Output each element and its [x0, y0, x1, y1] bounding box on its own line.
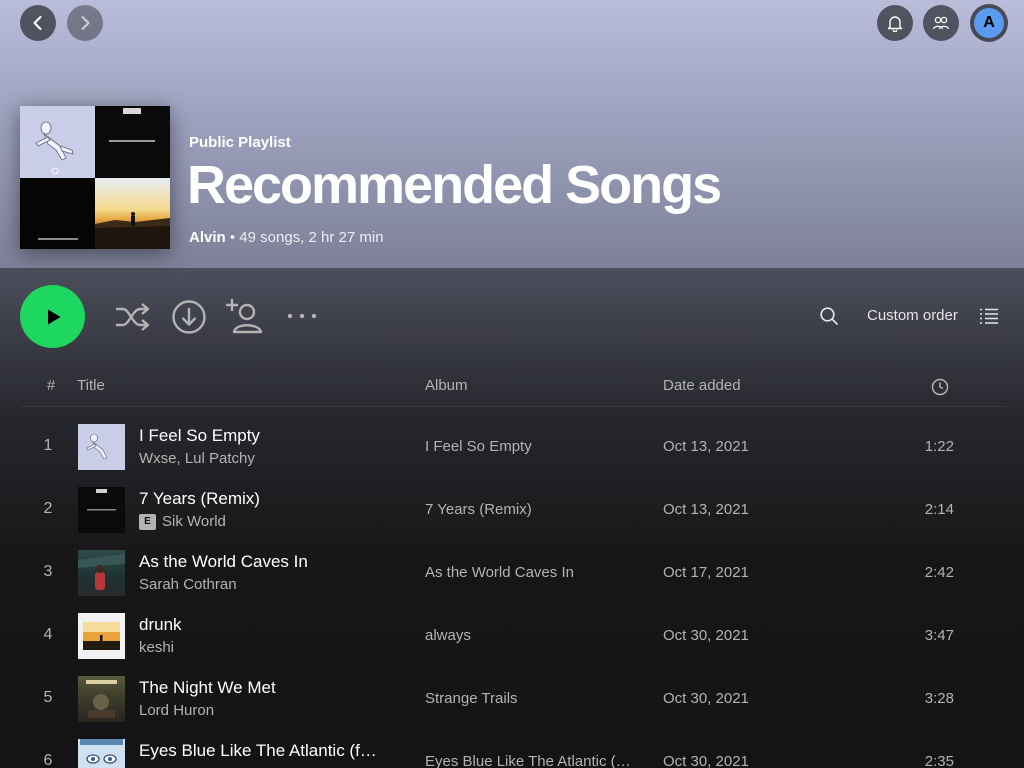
playlist-cover	[20, 106, 170, 249]
cover-art-1	[20, 106, 95, 178]
download-button[interactable]	[169, 297, 209, 337]
track-row[interactable]: 2 7 Years (Remix) E Sik World 7 Years (Re…	[20, 483, 1006, 539]
track-title-link[interactable]: 7 Years (Remix)	[139, 489, 260, 509]
track-duration: 3:47	[924, 627, 954, 644]
search-icon	[820, 307, 838, 325]
track-artist-link[interactable]: Lord Huron	[139, 702, 214, 719]
cover-art-4	[95, 177, 170, 249]
track-title-link[interactable]: drunk	[139, 615, 182, 635]
forward-button[interactable]	[67, 5, 103, 41]
track-row[interactable]: 4 drunk keshi always Oct 30, 2021 3:47	[20, 609, 1006, 665]
track-title-link[interactable]: I Feel So Empty	[139, 426, 260, 446]
back-button[interactable]	[20, 5, 56, 41]
track-duration: 2:42	[924, 564, 954, 581]
playlist-stats: 49 songs, 2 hr 27 min	[239, 229, 384, 246]
playlist-type-label: Public Playlist	[189, 134, 291, 151]
track-title-link[interactable]: The Night We Met	[139, 678, 276, 698]
track-album-link[interactable]: Eyes Blue Like The Atlantic (…	[425, 753, 631, 768]
track-index: 3	[43, 563, 53, 580]
track-duration: 3:28	[924, 690, 954, 707]
more-icon	[287, 313, 317, 319]
search-in-playlist-button[interactable]	[817, 304, 841, 328]
play-button[interactable]	[20, 285, 85, 348]
cover-art-3	[20, 177, 95, 249]
track-index: 1	[43, 437, 53, 454]
more-options-button[interactable]	[284, 306, 320, 326]
track-artist-link[interactable]: Sik World	[162, 513, 226, 530]
track-date-added: Oct 30, 2021	[663, 753, 749, 768]
track-date-added: Oct 30, 2021	[663, 627, 749, 644]
bell-icon	[887, 16, 903, 32]
meta-separator: •	[225, 229, 240, 246]
track-index: 6	[43, 752, 53, 768]
column-header-title[interactable]: Title	[77, 377, 105, 394]
friend-activity-button[interactable]	[923, 5, 959, 41]
track-artist-link[interactable]: Wxse, Lul Patchy	[139, 450, 255, 467]
shuffle-button[interactable]	[112, 297, 152, 337]
track-duration: 1:22	[924, 438, 954, 455]
track-duration: 2:14	[924, 501, 954, 518]
track-album-link[interactable]: always	[425, 627, 471, 644]
track-album-art	[78, 487, 125, 533]
explicit-badge: E	[139, 513, 156, 530]
clock-icon	[931, 378, 949, 396]
sort-order-button[interactable]: Custom order	[867, 307, 958, 324]
people-icon	[932, 16, 950, 30]
cover-art-2	[95, 106, 170, 178]
column-header-album[interactable]: Album	[425, 377, 468, 394]
playlist-title: Recommended Songs	[187, 155, 722, 215]
track-index: 4	[43, 626, 53, 643]
track-album-art	[78, 613, 125, 659]
notifications-button[interactable]	[877, 5, 913, 41]
track-date-added: Oct 13, 2021	[663, 438, 749, 455]
track-index: 2	[43, 500, 53, 517]
track-album-art	[78, 550, 125, 596]
track-album-link[interactable]: Strange Trails	[425, 690, 518, 707]
track-row[interactable]: 6 Eyes Blue Like The Atlantic (f… Eyes B…	[20, 735, 1006, 768]
track-album-art	[78, 676, 125, 722]
track-title-link[interactable]: Eyes Blue Like The Atlantic (f…	[139, 741, 377, 761]
chevron-right-icon	[81, 16, 90, 30]
track-row[interactable]: 1 I Feel So Empty Wxse, Lul Patchy I Fee…	[20, 420, 1006, 476]
user-menu-button[interactable]: A	[970, 4, 1008, 42]
chevron-left-icon	[33, 16, 42, 30]
track-date-added: Oct 17, 2021	[663, 564, 749, 581]
playlist-meta: Alvin • 49 songs, 2 hr 27 min	[189, 229, 384, 246]
track-album-art	[78, 739, 125, 768]
track-index: 5	[43, 689, 53, 706]
track-album-link[interactable]: As the World Caves In	[425, 564, 574, 581]
column-header-index: #	[46, 377, 56, 394]
column-header-date-added[interactable]: Date added	[663, 377, 741, 394]
track-artist-link[interactable]: keshi	[139, 639, 174, 656]
sort-list-icon-button[interactable]	[977, 305, 1001, 327]
track-album-link[interactable]: 7 Years (Remix)	[425, 501, 532, 518]
track-row[interactable]: 5 The Night We Met Lord Huron Strange Tr…	[20, 672, 1006, 728]
track-title-link[interactable]: As the World Caves In	[139, 552, 308, 572]
avatar: A	[974, 8, 1004, 38]
invite-collaborators-button[interactable]	[224, 296, 266, 336]
track-album-link[interactable]: I Feel So Empty	[425, 438, 532, 455]
track-artist-link[interactable]: Sarah Cothran	[139, 576, 237, 593]
playlist-owner-link[interactable]: Alvin	[189, 229, 226, 246]
play-icon	[47, 309, 60, 324]
column-header-duration[interactable]	[929, 376, 951, 398]
track-date-added: Oct 13, 2021	[663, 501, 749, 518]
download-icon	[172, 300, 206, 334]
add-user-icon	[226, 299, 263, 334]
track-artist-line: E Sik World	[139, 513, 226, 530]
header-divider	[20, 406, 1006, 407]
track-row[interactable]: 3 As the World Caves In Sarah Cothran As…	[20, 546, 1006, 602]
track-date-added: Oct 30, 2021	[663, 690, 749, 707]
shuffle-icon	[116, 303, 150, 331]
track-duration: 2:35	[924, 753, 954, 768]
track-album-art	[78, 424, 125, 470]
list-icon	[980, 308, 998, 324]
